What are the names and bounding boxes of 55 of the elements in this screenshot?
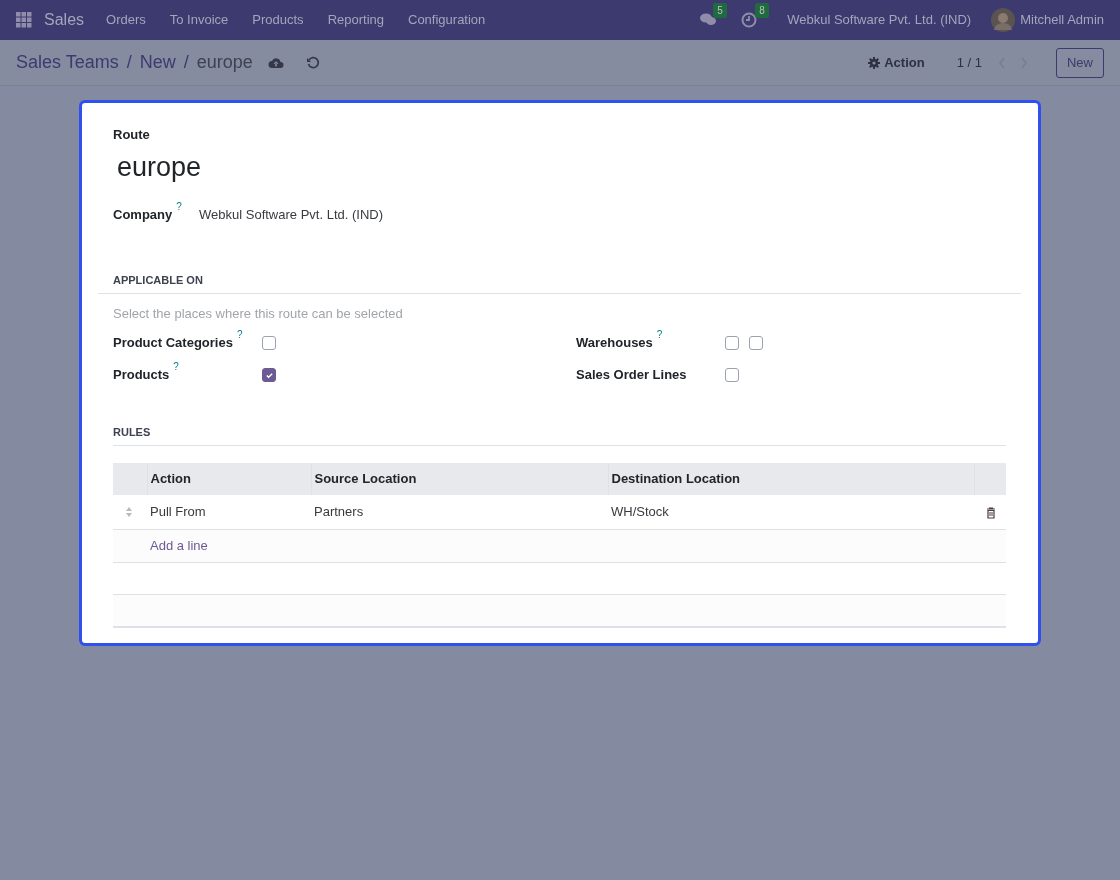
checkbox[interactable] <box>749 336 763 350</box>
new-button[interactable]: New <box>1056 47 1104 78</box>
company-switcher[interactable]: Webkul Software Pvt. Ltd. (IND) <box>787 10 972 30</box>
field-label: Sales Order Lines <box>576 366 687 385</box>
help-tooltip[interactable]: ? <box>236 330 243 341</box>
help-tooltip[interactable]: ? <box>176 202 182 212</box>
section-hint: Select the places where this route can be selected <box>113 304 403 323</box>
check-icon <box>264 370 274 380</box>
field-label: Products <box>113 366 170 385</box>
column-header[interactable]: Source Location <box>311 463 608 495</box>
avatar[interactable] <box>991 8 1016 32</box>
company-field[interactable]: Webkul Software Pvt. Ltd. (IND) <box>199 205 383 225</box>
trash-icon[interactable] <box>986 506 996 519</box>
breadcrumb-link[interactable]: Sales Teams <box>16 49 119 76</box>
checkbox[interactable] <box>725 368 739 382</box>
add-line-link[interactable]: Add a line <box>150 537 208 553</box>
checkbox[interactable] <box>262 336 276 350</box>
menu-item[interactable]: Configuration <box>408 10 486 30</box>
field-label: Warehouses <box>576 334 653 353</box>
app-name[interactable]: Sales <box>44 8 85 32</box>
drag-handle-icon[interactable] <box>125 505 133 518</box>
column-header[interactable]: Destination Location <box>608 463 974 495</box>
pager-value: 1 / 1 <box>956 53 982 72</box>
gear-icon <box>868 56 881 69</box>
count-badge: 5 <box>713 3 727 18</box>
discard-icon[interactable] <box>305 55 320 70</box>
menu-item[interactable]: Reporting <box>327 10 384 30</box>
field-label: Company <box>113 206 173 224</box>
field-label: Route <box>113 126 150 144</box>
checkbox[interactable] <box>262 368 276 382</box>
action-button[interactable]: Action <box>868 52 925 73</box>
breadcrumb-link[interactable]: New <box>139 49 176 76</box>
section-heading: RULES <box>113 426 151 438</box>
table-cell: Pull From <box>147 495 311 529</box>
help-tooltip[interactable]: ? <box>656 330 663 341</box>
clock-icon[interactable] <box>741 12 758 28</box>
user-menu[interactable]: Mitchell Admin <box>1020 10 1104 30</box>
table-cell: WH/Stock <box>608 495 974 529</box>
help-tooltip[interactable]: ? <box>173 362 179 373</box>
breadcrumb-separator: / <box>183 51 189 74</box>
breadcrumb-current: europe <box>196 51 253 74</box>
menu-item[interactable]: Orders <box>106 10 146 30</box>
save-cloud-icon[interactable] <box>267 55 284 70</box>
menu-item[interactable]: To Invoice <box>169 10 229 30</box>
count-badge: 8 <box>755 3 769 18</box>
column-header[interactable]: Action <box>147 463 311 495</box>
table-cell: Partners <box>311 495 608 529</box>
menu-item[interactable]: Products <box>252 10 304 30</box>
chat-icon[interactable] <box>699 12 718 28</box>
field-label: Product Categories <box>113 334 233 353</box>
breadcrumb-separator: / <box>126 51 132 74</box>
apps-grid-icon[interactable] <box>16 12 32 28</box>
name-field[interactable]: europe <box>113 146 202 187</box>
section-heading: APPLICABLE ON <box>113 273 203 286</box>
checkbox[interactable] <box>725 336 739 350</box>
